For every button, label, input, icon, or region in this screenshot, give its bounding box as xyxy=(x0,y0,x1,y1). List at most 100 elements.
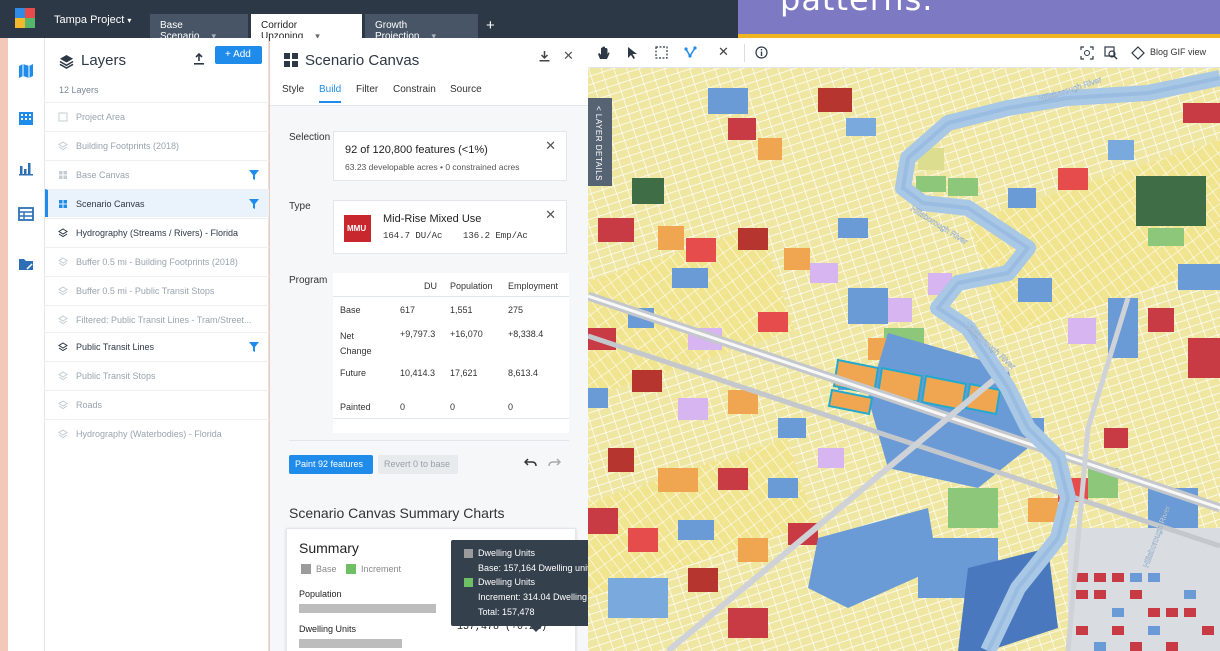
tooltip-increment-swatch xyxy=(464,578,473,587)
layer-hydrography-waterbodies[interactable]: Hydrography (Waterbodies) - Florida xyxy=(45,419,269,447)
clear-type-icon[interactable]: ✕ xyxy=(545,207,556,223)
population-label: Population xyxy=(299,589,342,599)
layer-building-footprints[interactable]: Building Footprints (2018) xyxy=(45,131,269,159)
legend-base-swatch xyxy=(301,564,311,574)
type-card[interactable]: MMU Mid-Rise Mixed Use 164.7 DU/Ac 136.2… xyxy=(333,200,567,254)
layer-roads[interactable]: Roads xyxy=(45,390,269,418)
box-select-icon[interactable] xyxy=(655,46,668,62)
layers-count: 12 Layers xyxy=(59,85,99,95)
layers-panel: Layers 12 Layers + Add Project Area Buil… xyxy=(45,38,269,651)
summary-title: Summary xyxy=(299,540,359,556)
header-population: Population xyxy=(450,281,493,291)
zoom-extent-icon[interactable] xyxy=(1080,46,1094,63)
tab-growth-projection[interactable]: Growth Projection ▾ xyxy=(365,14,478,42)
map-view[interactable]: Hillsborough River Hillsborough River Hi… xyxy=(588,68,1220,651)
revert-to-base-button[interactable]: Revert 0 to base xyxy=(378,455,458,474)
tab-constrain[interactable]: Constrain xyxy=(393,84,436,95)
polygon-select-icon[interactable] xyxy=(684,46,697,62)
layer-public-transit-stops[interactable]: Public Transit Stops xyxy=(45,361,269,389)
pointer-icon[interactable] xyxy=(627,46,638,63)
add-layer-button[interactable]: + Add xyxy=(215,46,262,64)
layers-title: Layers xyxy=(81,52,127,69)
layers-icon xyxy=(59,54,74,72)
type-emp-density: 136.2 Emp/Ac xyxy=(463,231,528,241)
tab-style[interactable]: Style xyxy=(282,84,304,95)
gif-view-label[interactable]: Blog GIF view xyxy=(1150,47,1206,57)
legend-increment: Increment xyxy=(361,564,402,574)
layer-base-canvas[interactable]: Base Canvas xyxy=(45,160,269,188)
selection-card: 92 of 120,800 features (<1%) 63.23 devel… xyxy=(333,131,567,181)
clear-selection-icon[interactable]: ✕ xyxy=(545,138,556,154)
info-icon[interactable] xyxy=(755,46,768,62)
project-selector[interactable]: Tampa Project ▾ xyxy=(54,14,131,26)
type-name: Mid-Rise Mixed Use xyxy=(383,213,482,225)
tooltip-arrow xyxy=(530,626,542,632)
layers-stack-icon xyxy=(58,286,68,298)
folder-edit-icon[interactable] xyxy=(18,256,34,272)
type-badge: MMU xyxy=(344,215,371,242)
summary-charts-title: Scenario Canvas Summary Charts xyxy=(289,505,505,521)
selection-count: 92 of 120,800 features (<1%) xyxy=(345,144,488,156)
layer-project-area[interactable]: Project Area xyxy=(45,102,269,130)
layer-filtered-transit[interactable]: Filtered: Public Transit Lines - Tram/St… xyxy=(45,305,269,333)
grid-icon xyxy=(58,170,68,182)
filter-icon[interactable] xyxy=(249,199,259,211)
map-icon[interactable] xyxy=(18,63,34,79)
downtown-blocks xyxy=(1068,528,1220,651)
tab-source[interactable]: Source xyxy=(450,84,482,95)
layers-stack-icon xyxy=(58,371,68,383)
building-icon[interactable] xyxy=(18,110,34,126)
layers-stack-icon xyxy=(58,315,68,327)
layer-buffer-transit-stops[interactable]: Buffer 0.5 mi - Public Transit Stops xyxy=(45,276,269,304)
header-employment: Employment xyxy=(508,281,559,291)
program-label: Program xyxy=(289,275,328,286)
toolbar-divider xyxy=(744,44,745,62)
tab-build[interactable]: Build xyxy=(319,84,342,103)
layers-stack-icon xyxy=(58,429,68,441)
layer-scenario-canvas[interactable]: Scenario Canvas xyxy=(45,189,269,217)
pan-hand-icon[interactable] xyxy=(597,46,610,63)
filter-icon[interactable] xyxy=(249,342,259,354)
population-bar[interactable] xyxy=(299,604,437,613)
tab-corridor-upzoning[interactable]: Corridor Upzoning ▾ xyxy=(251,14,362,42)
paint-features-button[interactable]: Paint 92 features xyxy=(289,455,373,474)
legend-base: Base xyxy=(316,564,337,574)
layer-buffer-building[interactable]: Buffer 0.5 mi - Building Footprints (201… xyxy=(45,247,269,275)
table-icon[interactable] xyxy=(18,206,34,222)
map-canvas[interactable]: Hillsborough River Hillsborough River Hi… xyxy=(588,68,1220,651)
tab-base-scenario[interactable]: Base Scenario ▾ xyxy=(150,14,248,42)
zoom-selection-icon[interactable] xyxy=(1104,46,1118,63)
dwelling-units-label: Dwelling Units xyxy=(299,624,357,634)
icon-rail xyxy=(8,38,45,651)
upload-icon[interactable] xyxy=(193,52,205,68)
grid-icon xyxy=(284,53,298,70)
banner-text: patterns. xyxy=(780,0,933,18)
layer-public-transit-lines[interactable]: Public Transit Lines xyxy=(45,332,269,360)
panel-title: Scenario Canvas xyxy=(305,52,420,69)
close-icon[interactable]: ✕ xyxy=(563,48,574,64)
type-du-density: 164.7 DU/Ac xyxy=(383,231,443,241)
add-tab-button[interactable]: + xyxy=(486,17,495,34)
tab-filter[interactable]: Filter xyxy=(356,84,378,95)
filter-icon[interactable] xyxy=(249,170,259,182)
tooltip-base-swatch xyxy=(464,549,473,558)
layers-stack-icon xyxy=(58,342,68,354)
legend-increment-swatch xyxy=(346,564,356,574)
selection-acres: 63.23 developable acres • 0 constrained … xyxy=(345,162,520,172)
bar-chart-icon[interactable] xyxy=(18,160,34,176)
download-icon[interactable] xyxy=(539,50,550,65)
header-du: DU xyxy=(424,281,437,291)
dwelling-units-bar[interactable] xyxy=(299,639,402,648)
gif-view-icon[interactable] xyxy=(1131,46,1145,63)
layer-details-toggle[interactable]: < LAYER DETAILS xyxy=(588,98,612,186)
undo-icon[interactable] xyxy=(523,458,537,471)
layers-stack-icon xyxy=(58,141,68,153)
polygon-icon xyxy=(58,112,68,124)
type-label: Type xyxy=(289,201,311,212)
close-icon[interactable]: ✕ xyxy=(718,44,729,60)
selection-label: Selection xyxy=(289,132,331,143)
redo-icon[interactable] xyxy=(548,458,562,471)
map-toolbar: ✕ Blog GIF view xyxy=(588,38,1220,68)
layers-stack-icon xyxy=(58,228,68,240)
layer-hydrography-streams[interactable]: Hydrography (Streams / Rivers) - Florida xyxy=(45,218,269,246)
